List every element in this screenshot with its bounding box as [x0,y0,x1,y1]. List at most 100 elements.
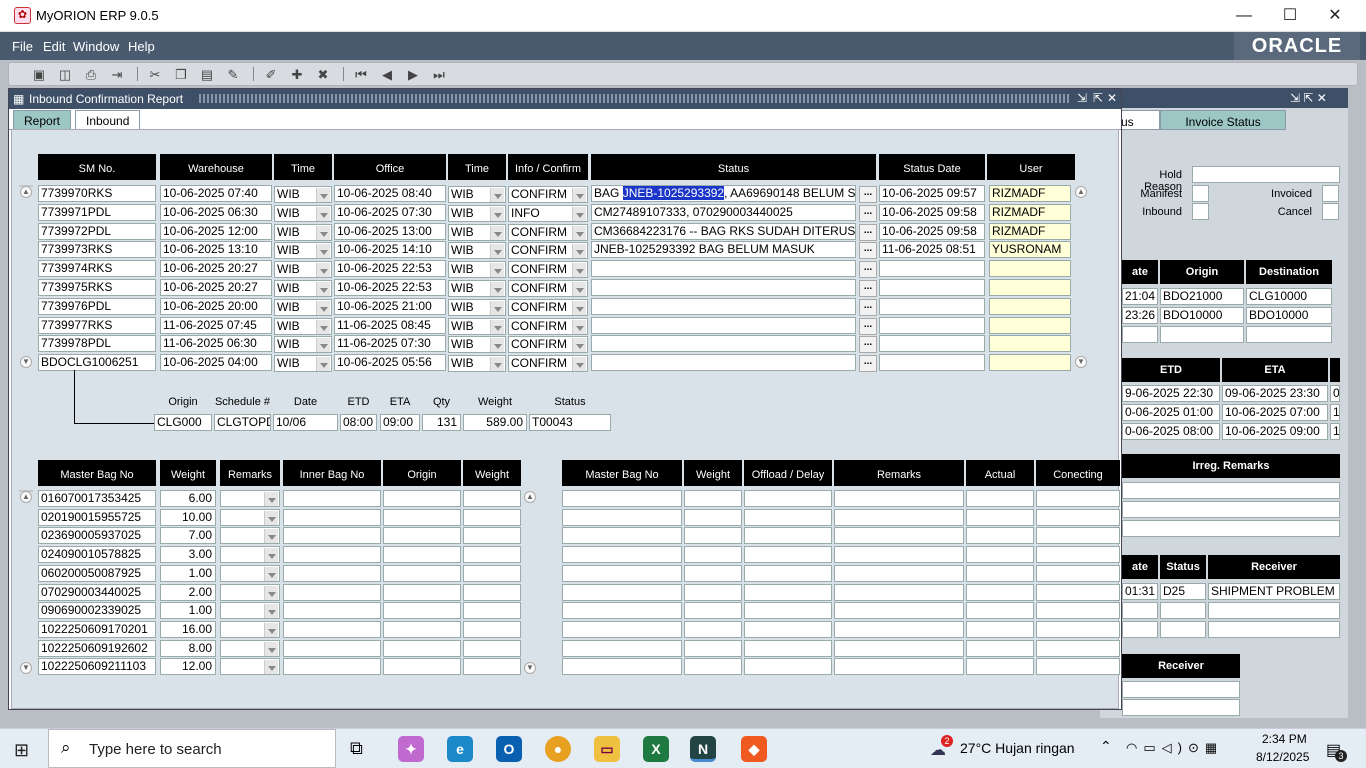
search-box[interactable]: ⌕ Type here to search [48,729,336,768]
status-field[interactable]: JNEB-1025293392 BAG BELUM MASUK [591,241,856,259]
bag-right-cell[interactable] [966,564,1034,582]
status-field[interactable] [591,335,856,353]
sm-no-cell[interactable]: 7739975RKS [38,279,156,296]
bag-right-cell[interactable] [966,602,1034,620]
bag-right-cell[interactable] [684,620,742,638]
remarks-select[interactable] [220,546,280,564]
time-select[interactable]: WIB [448,280,506,297]
detail-value[interactable]: CLGTOPD [214,414,271,431]
status-field[interactable] [591,354,856,372]
sm-no-cell[interactable]: 7739977RKS [38,316,156,334]
sm-no-cell[interactable]: 7739976PDL [38,297,156,315]
warehouse-cell[interactable]: 10-06-2025 20:00 [160,297,272,315]
sm-no-cell[interactable]: 7739970RKS [38,185,156,202]
status-field[interactable] [591,279,856,296]
info-confirm-select[interactable]: CONFIRM [508,223,588,241]
chevron-down-icon[interactable] [316,225,330,240]
bag-right-cell[interactable] [562,658,682,676]
master-bag-cell[interactable]: 1022250609211103 [38,658,156,676]
bag-right-cell[interactable] [1036,602,1120,620]
bag-right-cell[interactable] [744,658,832,676]
inner-weight-cell[interactable] [463,508,521,526]
office-cell[interactable]: 10-06-2025 21:00 [334,297,446,315]
inner-bag-cell[interactable] [283,583,381,601]
bag-right-cell[interactable] [834,602,964,620]
status-field[interactable] [591,316,856,334]
excel-icon[interactable]: X [643,736,669,762]
user-cell[interactable] [989,297,1071,315]
user-cell[interactable] [989,279,1071,296]
sm-no-cell[interactable]: 7739974RKS [38,260,156,278]
weather-text[interactable]: 27°C Hujan ringan [960,740,1075,756]
status-field[interactable] [591,297,856,315]
info-confirm-select[interactable]: CONFIRM [508,298,588,316]
time-select[interactable]: WIB [274,280,332,297]
bag-right-cell[interactable] [966,546,1034,564]
warehouse-cell[interactable]: 10-06-2025 04:00 [160,354,272,372]
weight-cell[interactable]: 1.00 [160,602,216,620]
bag-right-cell[interactable] [684,583,742,601]
bag-right-cell[interactable] [562,490,682,507]
user-cell[interactable]: RIZMADF [989,203,1071,221]
info-confirm-select[interactable]: CONFIRM [508,280,588,297]
clock-time[interactable]: 2:34 PM [1262,732,1307,746]
bag-right-cell[interactable] [684,546,742,564]
remarks-select[interactable] [220,564,280,582]
warehouse-cell[interactable]: 10-06-2025 07:40 [160,185,272,202]
origin-cell[interactable] [383,546,461,564]
chevron-down-icon[interactable] [572,282,586,296]
inner-weight-cell[interactable] [463,658,521,676]
chevron-down-icon[interactable] [316,206,330,221]
time-select[interactable]: WIB [448,298,506,316]
chevron-down-icon[interactable] [264,660,278,675]
master-bag-cell[interactable]: 023690005937025 [38,527,156,545]
remarks-select[interactable] [220,583,280,601]
inner-bag-cell[interactable] [283,508,381,526]
chevron-down-icon[interactable] [264,641,278,656]
windows-start-icon[interactable]: ⊞ [14,740,29,761]
chevron-down-icon[interactable] [316,357,330,372]
inner-weight-cell[interactable] [463,602,521,620]
bag-right-cell[interactable] [744,546,832,564]
bag-right-cell[interactable] [562,527,682,545]
bag-right-cell[interactable] [684,527,742,545]
origin-cell[interactable] [383,490,461,507]
origin-cell[interactable] [383,527,461,545]
status-date-cell[interactable] [879,279,985,296]
inner-bag-cell[interactable] [283,602,381,620]
system-tray-icons[interactable]: ◠▭◁)⊙▦ [1126,740,1223,756]
inner-bag-cell[interactable] [283,527,381,545]
chevron-down-icon[interactable] [572,244,586,259]
chevron-down-icon[interactable] [572,357,586,372]
status-lookup-button[interactable]: ... [859,336,877,354]
sm-no-cell[interactable]: 7739973RKS [38,241,156,259]
chevron-down-icon[interactable] [572,338,586,353]
chevron-down-icon[interactable] [264,566,278,581]
inner-bag-cell[interactable] [283,490,381,507]
chevron-down-icon[interactable] [264,492,278,506]
sm-no-cell[interactable]: 7739978PDL [38,335,156,353]
origin-cell[interactable] [383,620,461,638]
user-cell[interactable]: RIZMADF [989,185,1071,202]
status-lookup-button[interactable]: ... [859,280,877,297]
warehouse-cell[interactable]: 11-06-2025 07:45 [160,316,272,334]
chevron-down-icon[interactable] [264,510,278,525]
bag-right-cell[interactable] [684,658,742,676]
detail-value[interactable]: CLG000 [154,414,212,431]
status-date-cell[interactable] [879,260,985,278]
clock-date[interactable]: 8/12/2025 [1256,750,1309,764]
master-bag-cell[interactable]: 024090010578825 [38,546,156,564]
weight-cell[interactable]: 8.00 [160,639,216,657]
scroll-up-icon[interactable]: ▲ [20,491,32,503]
bag-right-cell[interactable] [744,620,832,638]
inner-weight-cell[interactable] [463,583,521,601]
chevron-down-icon[interactable] [264,529,278,544]
office-cell[interactable]: 11-06-2025 07:30 [334,335,446,353]
status-lookup-button[interactable]: ... [859,204,877,222]
info-confirm-select[interactable]: CONFIRM [508,336,588,354]
status-date-cell[interactable]: 10-06-2025 09:57 [879,185,985,202]
origin-cell[interactable] [383,564,461,582]
bag-right-cell[interactable] [1036,583,1120,601]
bag-right-cell[interactable] [834,564,964,582]
origin-cell[interactable] [383,639,461,657]
